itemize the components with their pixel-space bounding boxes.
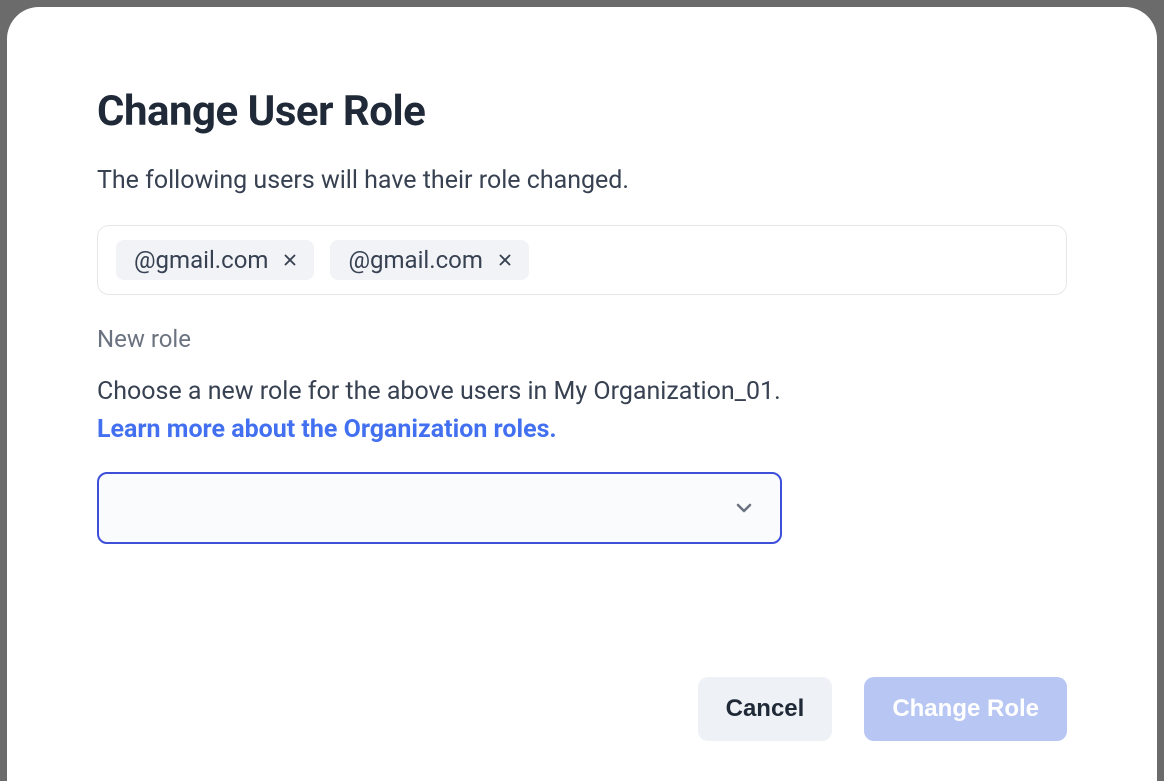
cancel-button[interactable]: Cancel: [698, 677, 833, 741]
new-role-label: New role: [97, 325, 1067, 353]
learn-more-link[interactable]: Learn more about the Organization roles.: [97, 415, 557, 444]
user-chip: @gmail.com: [330, 240, 528, 280]
new-role-description: Choose a new role for the above users in…: [97, 377, 781, 406]
role-select-dropdown[interactable]: [97, 472, 782, 544]
chevron-down-icon: [732, 496, 756, 520]
modal-title: Change User Role: [97, 87, 1067, 136]
change-role-button[interactable]: Change Role: [864, 677, 1067, 741]
modal-subtitle: The following users will have their role…: [97, 166, 1067, 195]
change-role-modal: Change User Role The following users wil…: [7, 7, 1157, 781]
modal-footer: Cancel Change Role: [97, 637, 1067, 741]
user-chip-email: @gmail.com: [134, 246, 268, 274]
close-icon: [496, 251, 514, 269]
user-chip-email: @gmail.com: [348, 246, 482, 274]
new-role-description-block: Choose a new role for the above users in…: [97, 373, 1067, 448]
close-icon: [281, 251, 299, 269]
user-chip: @gmail.com: [116, 240, 314, 280]
selected-users-container: @gmail.com @gmail.com: [97, 225, 1067, 295]
remove-user-button[interactable]: [493, 248, 517, 272]
remove-user-button[interactable]: [278, 248, 302, 272]
